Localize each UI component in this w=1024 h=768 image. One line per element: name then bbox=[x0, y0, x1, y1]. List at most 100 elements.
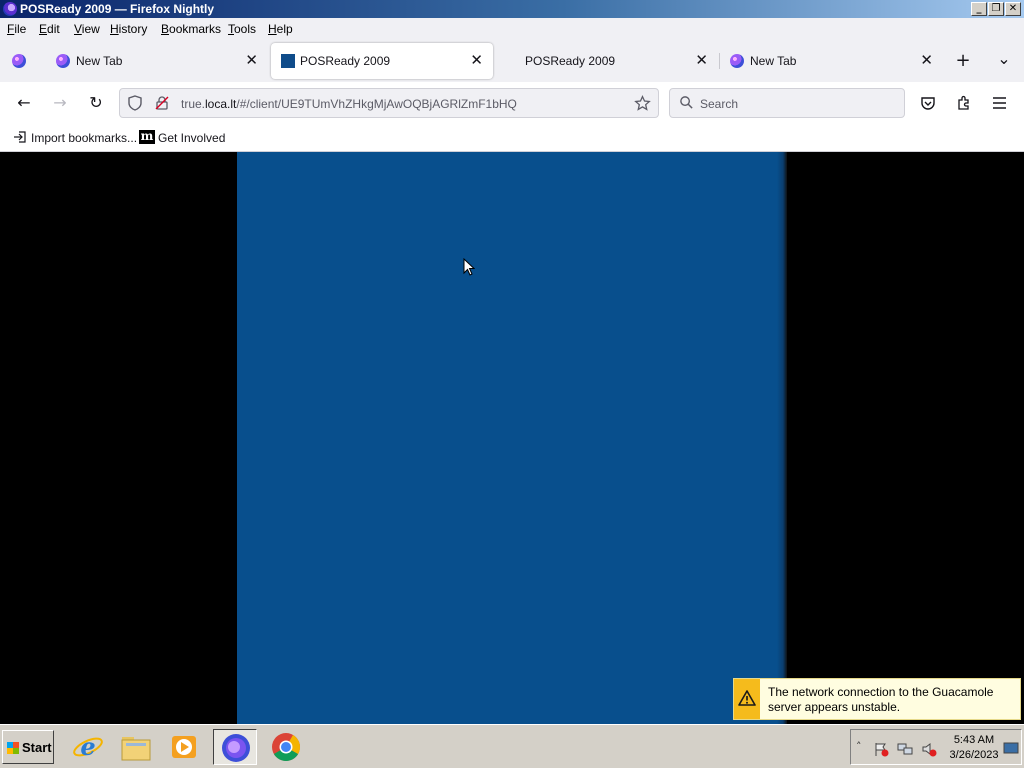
firefox-icon bbox=[730, 54, 744, 68]
clock-time: 5:43 AM bbox=[953, 734, 995, 746]
internet-explorer-icon: e bbox=[73, 732, 103, 761]
tab-new-tab-1[interactable]: New Tab ✕ bbox=[44, 43, 268, 79]
menu-help[interactable]: Help bbox=[268, 22, 293, 36]
insecure-lock-icon[interactable] bbox=[154, 95, 170, 111]
menu-tools-rest: ools bbox=[234, 22, 257, 36]
menu-view-rest: iew bbox=[81, 22, 100, 36]
hamburger-menu-icon[interactable] bbox=[992, 96, 1007, 110]
firefox-view-icon[interactable] bbox=[12, 54, 26, 68]
minimize-button[interactable]: _ bbox=[971, 2, 987, 16]
bookmarks-toolbar: Import bookmarks... m Get Involved bbox=[0, 124, 1024, 152]
warning-badge bbox=[734, 679, 760, 719]
menu-view[interactable]: View bbox=[74, 22, 100, 36]
menu-tools[interactable]: Tools bbox=[228, 22, 256, 36]
firefox-icon bbox=[56, 54, 70, 68]
taskbar: Start e ˄ 5:43 AM 3/26/2023 bbox=[0, 724, 1024, 768]
action-center-flag-icon[interactable] bbox=[873, 741, 889, 757]
remote-desktop-display[interactable] bbox=[237, 152, 785, 724]
menu-bookmarks-rest: ookmarks bbox=[169, 22, 222, 36]
menu-edit-mnemonic: E bbox=[39, 22, 48, 36]
search-icon bbox=[680, 96, 693, 109]
window-title-bar[interactable]: POSReady 2009 — Firefox Nightly _ ❐ ✕ bbox=[0, 0, 1024, 18]
new-tab-button[interactable]: + bbox=[952, 50, 974, 72]
remote-desktop-edge bbox=[777, 152, 787, 724]
menu-history-rest: istory bbox=[118, 22, 148, 36]
connection-warning-notification: The network connection to the Guacamole … bbox=[733, 678, 1021, 720]
start-label: Start bbox=[22, 740, 52, 755]
network-icon[interactable] bbox=[897, 741, 913, 757]
tab-strip: New Tab ✕ POSReady 2009 ✕ POSReady 2009 … bbox=[0, 39, 1024, 82]
warning-icon bbox=[738, 690, 756, 706]
tab-label: POSReady 2009 bbox=[300, 54, 391, 68]
url-path: /#/client/UE9TUmVhZHkgMjAwOQBjAGRlZmF1bH… bbox=[236, 97, 517, 111]
window-title: POSReady 2009 — Firefox Nightly bbox=[20, 2, 215, 16]
menu-bookmarks-mnemonic: B bbox=[161, 22, 170, 36]
menu-view-mnemonic: V bbox=[74, 22, 82, 36]
navigation-toolbar: ← → ↻ true.loca.lt/#/client/UE9TUmVhZHkg… bbox=[0, 82, 1024, 124]
show-hidden-icons-icon[interactable]: ˄ bbox=[856, 740, 862, 753]
menu-help-rest: elp bbox=[276, 22, 293, 36]
menu-edit[interactable]: Edit bbox=[39, 22, 60, 36]
firefox-nightly-icon bbox=[3, 2, 17, 16]
close-tab-icon[interactable]: ✕ bbox=[470, 51, 483, 69]
shield-icon[interactable] bbox=[127, 95, 143, 111]
close-window-button[interactable]: ✕ bbox=[1005, 2, 1021, 16]
url-text[interactable]: true.loca.lt/#/client/UE9TUmVhZHkgMjAwOQ… bbox=[181, 97, 517, 111]
close-tab-icon[interactable]: ✕ bbox=[695, 51, 708, 69]
menu-history[interactable]: History bbox=[110, 22, 147, 36]
notification-message: The network connection to the Guacamole … bbox=[768, 685, 994, 714]
media-player-icon bbox=[172, 736, 196, 758]
chrome-icon bbox=[272, 733, 300, 761]
menu-help-mnemonic: H bbox=[268, 22, 277, 36]
tab-posready-2[interactable]: POSReady 2009 ✕ bbox=[496, 43, 718, 79]
windows-logo-icon bbox=[7, 742, 19, 754]
taskbar-internet-explorer[interactable]: e bbox=[66, 729, 110, 765]
taskbar-firefox[interactable] bbox=[213, 729, 257, 765]
m-logo-icon: m bbox=[139, 129, 155, 144]
restore-button[interactable]: ❐ bbox=[988, 2, 1004, 16]
volume-muted-icon[interactable] bbox=[921, 741, 937, 757]
tab-label: New Tab bbox=[76, 54, 123, 68]
extensions-icon[interactable] bbox=[956, 95, 972, 111]
start-button[interactable]: Start bbox=[2, 730, 54, 764]
svg-text:e: e bbox=[80, 732, 95, 761]
tab-new-tab-2[interactable]: New Tab ✕ bbox=[721, 43, 943, 79]
bookmark-import-label: Import bookmarks... bbox=[31, 131, 138, 145]
menu-file[interactable]: File bbox=[7, 22, 26, 36]
star-bookmark-icon[interactable] bbox=[634, 95, 651, 112]
menu-history-mnemonic: H bbox=[110, 22, 119, 36]
url-host: loca.lt bbox=[205, 97, 237, 111]
page-content bbox=[0, 152, 1024, 724]
taskbar-media-player[interactable] bbox=[162, 729, 206, 765]
show-desktop-icon[interactable] bbox=[1003, 742, 1019, 755]
import-icon bbox=[14, 131, 26, 143]
mouse-cursor-icon bbox=[463, 258, 475, 276]
tab-label: New Tab bbox=[750, 54, 797, 68]
search-bar[interactable]: Search bbox=[669, 88, 905, 118]
menu-edit-rest: dit bbox=[47, 22, 60, 36]
forward-button[interactable]: → bbox=[49, 92, 71, 114]
tab-posready-active[interactable]: POSReady 2009 ✕ bbox=[271, 43, 493, 79]
firefox-icon bbox=[222, 734, 250, 762]
system-tray: ˄ 5:43 AM 3/26/2023 bbox=[850, 729, 1022, 765]
close-tab-icon[interactable]: ✕ bbox=[245, 51, 258, 69]
clock[interactable]: 5:43 AM 3/26/2023 bbox=[949, 733, 999, 763]
menu-file-rest: ile bbox=[14, 22, 27, 36]
pocket-icon[interactable] bbox=[920, 95, 936, 111]
url-bar[interactable]: true.loca.lt/#/client/UE9TUmVhZHkgMjAwOQ… bbox=[119, 88, 659, 118]
url-prefix: true. bbox=[181, 97, 206, 111]
close-tab-icon[interactable]: ✕ bbox=[920, 51, 933, 69]
menu-bookmarks[interactable]: Bookmarks bbox=[161, 22, 221, 36]
file-explorer-icon bbox=[121, 737, 151, 761]
reload-button[interactable]: ↻ bbox=[85, 92, 107, 114]
search-placeholder: Search bbox=[700, 97, 739, 111]
bookmark-get-involved-label: Get Involved bbox=[158, 131, 226, 145]
clock-date: 3/26/2023 bbox=[949, 749, 999, 761]
list-all-tabs-button[interactable]: ⌄ bbox=[993, 48, 1015, 70]
tab-label: POSReady 2009 bbox=[525, 54, 616, 68]
back-button[interactable]: ← bbox=[13, 92, 35, 114]
taskbar-chrome[interactable] bbox=[264, 729, 308, 765]
posready-favicon bbox=[281, 54, 295, 68]
taskbar-file-explorer[interactable] bbox=[114, 729, 158, 765]
tab-separator bbox=[719, 53, 720, 69]
